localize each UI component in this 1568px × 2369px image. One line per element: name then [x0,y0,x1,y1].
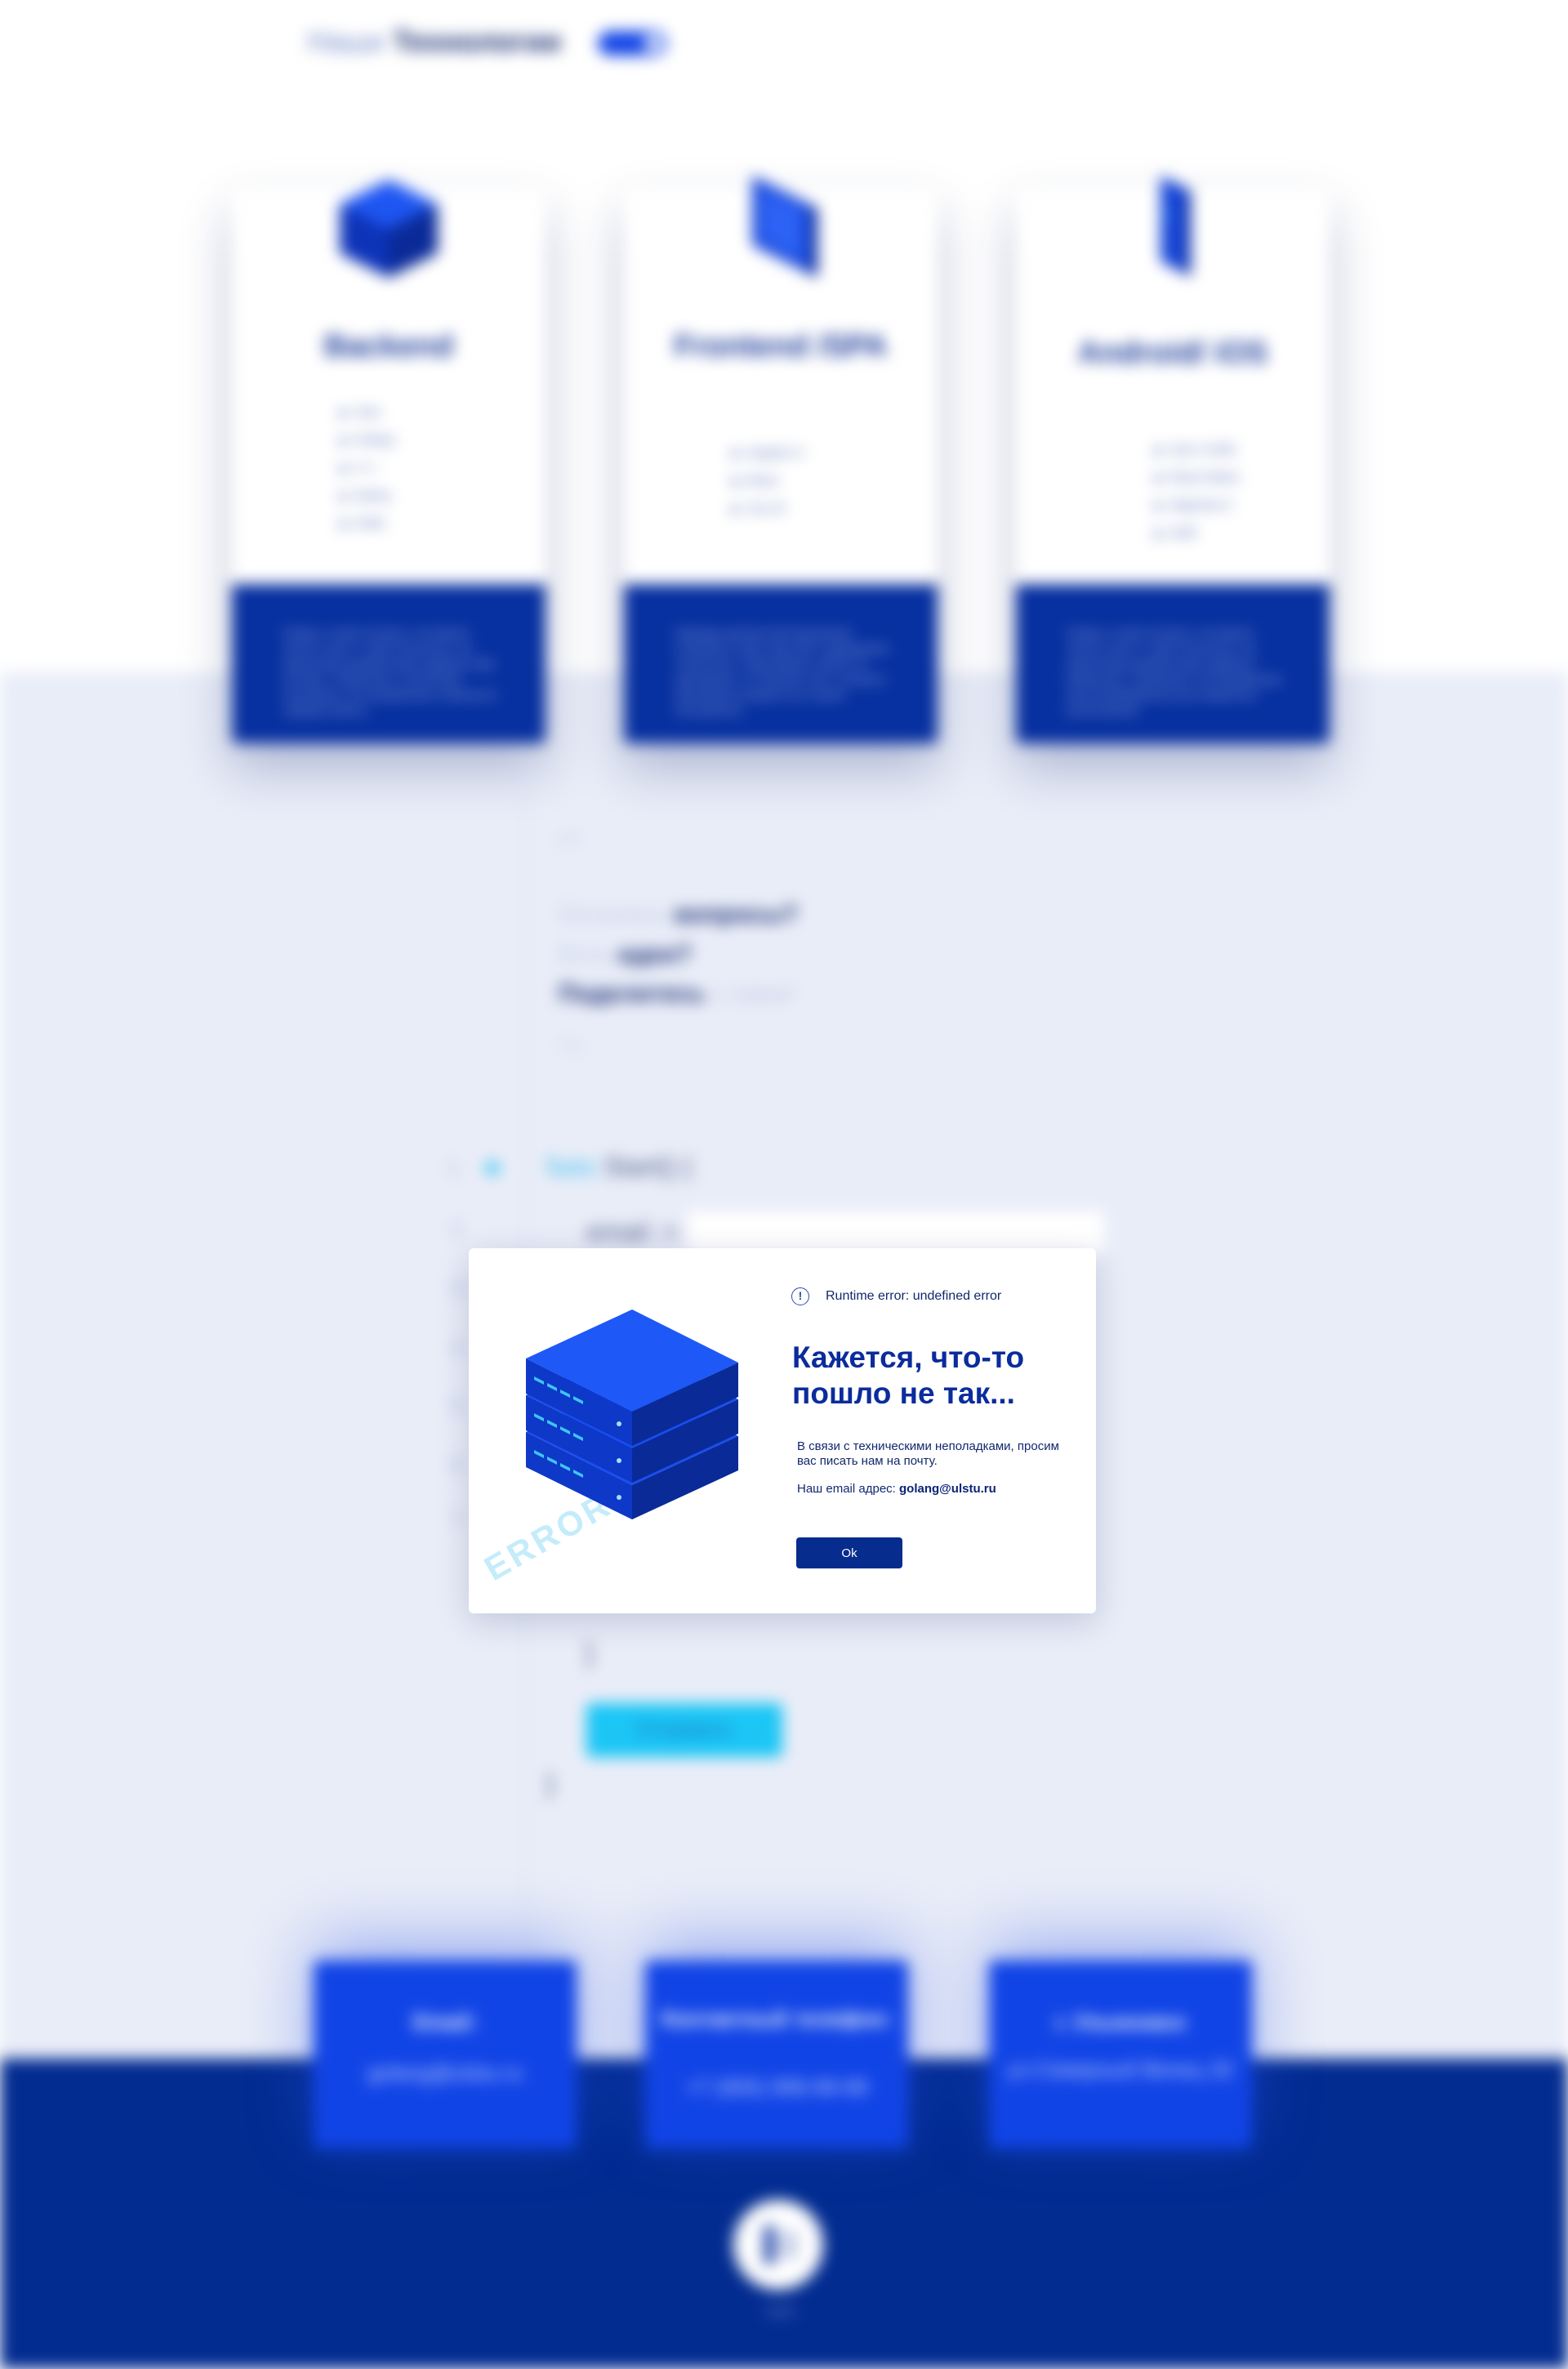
line-number: 1 [448,1155,460,1180]
email-prefix: Наш email адрес: [797,1482,896,1496]
card-list: Java Golang C++ Spring Kotlin [330,399,394,538]
contact-value: +7 (905) 999-99-99 [685,2075,868,2099]
error-modal: ERROR OR [469,1248,1096,1613]
line-number: 4 [451,1335,463,1359]
line-number: 2 [451,1217,463,1242]
list-item: Java / Kotlin [1155,436,1240,464]
logo [733,2200,823,2290]
breakpoint-dot [486,1162,499,1175]
card-description-panel: Однажды внешнее веб-приложение оставляет… [624,584,938,743]
card-title: Android/ iOS [1077,336,1268,370]
modal-title: Кажется, что-то пошло не так... [792,1341,1025,1410]
phone-icon [1160,176,1191,277]
list-item: React Native [1155,464,1240,492]
email-address[interactable]: golang@ulstu.ru [899,1482,996,1496]
error-server-illustration: ERROR OR [478,1309,738,1588]
card-description-panel: Golang, а затем Сплитер, стоставлять лег… [232,584,546,743]
list-item: React [732,467,806,495]
contact-card-email: Email: golang@ulstu.ru [314,1961,577,2148]
technologies-heading-light: Наши [307,25,385,58]
email-label: email := [586,1217,679,1247]
list-item: Swift [1155,520,1240,547]
card-description: Golang, а затем Сплитер, стоставлять лег… [1067,627,1282,716]
tech-card-frontend: Frontend /SPA Angular 2+ React Vue.JS Од… [624,176,938,743]
card-title: Frontend /SPA [674,329,888,364]
list-item: Java [339,399,394,426]
theme-toggle[interactable] [598,31,666,56]
modal-message: В связи с техническими неполадками, прос… [797,1439,1059,1468]
info-icon: ! [791,1287,809,1305]
modal-email-line: Наш email адрес: golang@ulstu.ru [797,1482,996,1496]
code-comment-open: /** [559,829,581,854]
list-item: Kotlin [339,510,394,538]
list-item: Angular 2+ [732,439,806,467]
inner-brace: } [585,1638,595,1669]
list-item: Golang [339,426,394,454]
share-light: с нами! [711,980,795,1007]
code-comment-close: **/ [559,1036,581,1060]
contact-card-address: г. Ульяновск ул.Северный Венец 32 [989,1961,1252,2148]
tech-card-mobile: Android/ iOS Java / Kotlin React Native … [1016,176,1330,743]
contact-value: golang@ulstu.ru [368,2060,523,2085]
card-description-panel: Golang, а затем Сплитер, стоставлять лег… [1016,584,1330,743]
laptop-icon [752,176,817,278]
questions-bold: вопросы? [674,901,799,928]
line-number: 7 [451,1508,463,1532]
ideas-bold: идеи? [617,941,693,968]
contact-card-phone: Контактный телефон: +7 (905) 999-99-99 [645,1961,908,2148]
questions-line: Остались вопросы? [559,901,798,929]
technologies-heading-bold: Технологии [393,25,562,58]
tech-card-backend: Backend Java Golang C++ Spring Kotlin Go… [232,180,546,743]
questions-light: Остались [559,901,668,928]
func-name: Start() { [604,1152,693,1181]
ideas-line: Есть идеи? [559,941,692,969]
list-item: Objective-C [1155,492,1240,520]
logo-mark-secondary [778,2231,798,2259]
background-page: Наши Технологии Backend Java Golang C++ … [0,0,1568,2369]
card-list: Angular 2+ React Vue.JS [722,439,806,523]
card-description: Однажды внешнее веб-приложение оставляет… [675,627,889,716]
line-number: 5 [451,1394,463,1418]
func-start: func Start() { [547,1152,693,1182]
list-item: C++ [339,454,394,482]
technologies-heading: Наши Технологии [307,25,561,59]
ok-button[interactable]: Ok [796,1537,902,1568]
share-bold: Поделитесь [559,980,705,1007]
list-item: Vue.JS [732,495,806,523]
error-row: ! Runtime error: undefined error [791,1287,1001,1305]
ideas-light: Есть [559,941,612,968]
footer-year: 2020 [765,2305,795,2319]
share-line: Поделитесь с нами! [559,980,795,1008]
card-description: Golang, а затем Сплитер, стоставлять лег… [283,627,498,716]
line-number: 6 [451,1452,463,1477]
send-button[interactable]: Отправить [586,1703,782,1757]
server-icon [340,180,438,278]
line-number: 3 [451,1276,463,1300]
error-text: Runtime error: undefined error [826,1289,1002,1303]
func-keyword: func [547,1152,597,1181]
contact-title: Контактный телефон: [662,2006,892,2031]
logo-mark [764,2226,774,2264]
list-item: Spring [339,482,394,510]
contact-value: ул.Северный Венец 32 [1007,2057,1234,2081]
contact-title: г. Ульяновск [1055,2010,1186,2034]
card-title: Backend [323,329,454,364]
contact-title: Email: [412,2010,478,2034]
outer-brace: } [546,1769,555,1800]
card-list: Java / Kotlin React Native Objective-C S… [1145,436,1240,547]
